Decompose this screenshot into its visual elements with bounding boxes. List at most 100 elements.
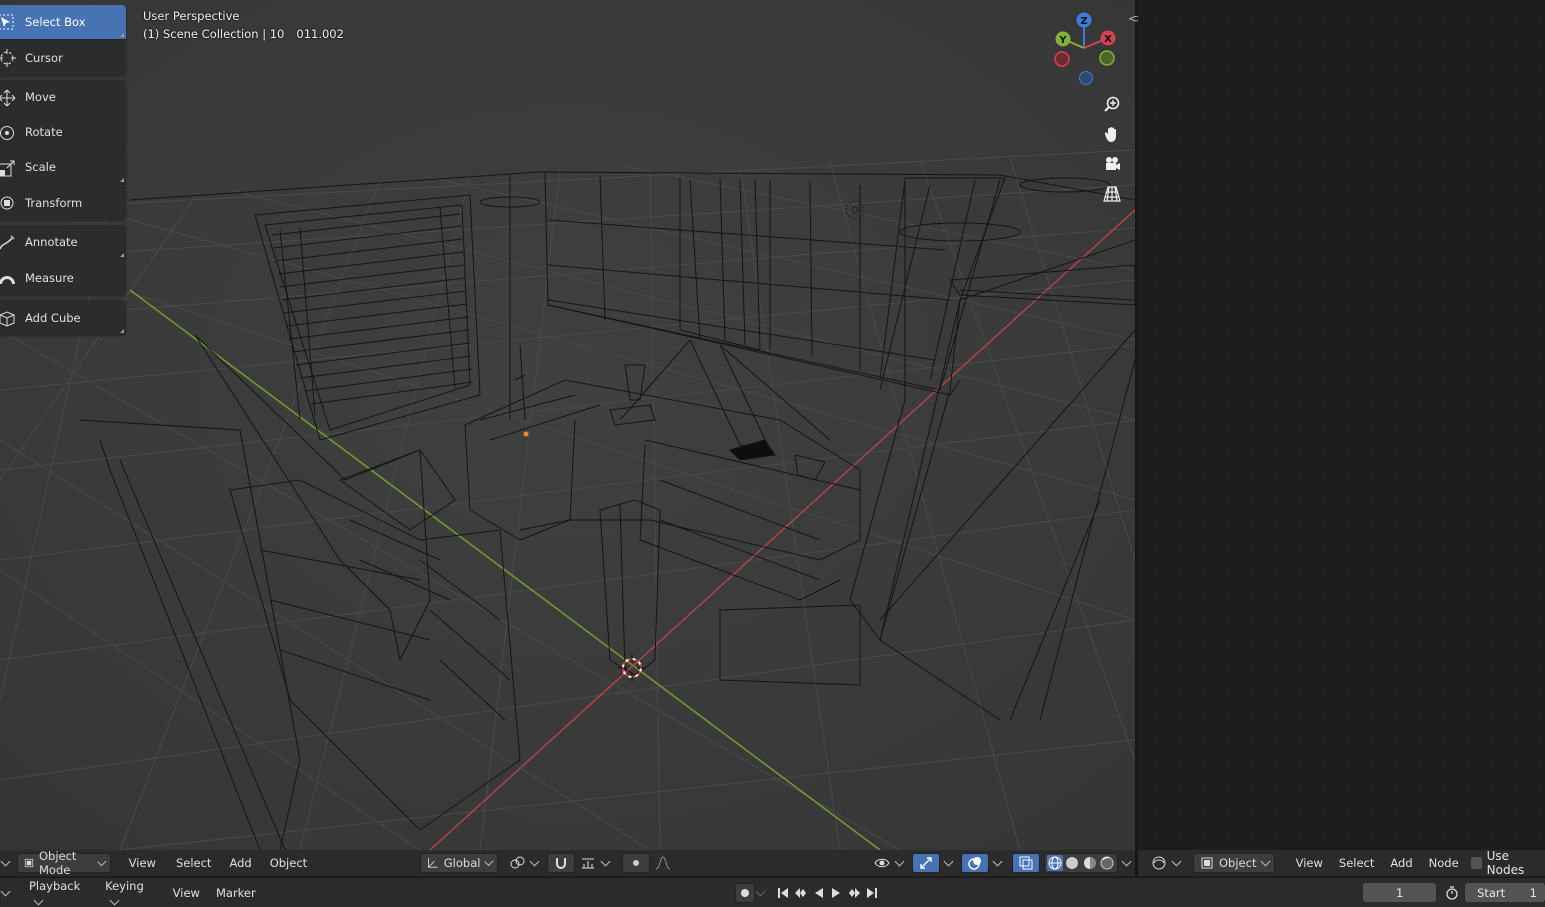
timeline-menu-marker[interactable]: Marker <box>210 886 262 900</box>
snap-toggle[interactable] <box>547 853 576 873</box>
timeline-menu-playback[interactable]: Playback <box>23 879 99 907</box>
keyframe-back-icon <box>794 887 806 898</box>
menu-view[interactable]: View <box>123 856 162 870</box>
tool-group-annotate: Annotate Measure <box>0 225 126 295</box>
menu-object[interactable]: Object <box>264 856 313 870</box>
play-reverse-button[interactable] <box>810 884 828 902</box>
camera-view-button[interactable] <box>1099 151 1125 177</box>
preview-range-button[interactable] <box>1443 884 1461 902</box>
falloff-curve-icon <box>656 856 671 870</box>
orientation-dropdown[interactable]: Global <box>420 853 499 873</box>
proportional-dot-icon <box>633 860 640 866</box>
timeline-header: Playback Keying View Marker 1 Start 1 <box>0 877 1545 907</box>
jump-end-button[interactable] <box>863 884 881 902</box>
shader-type-label: Object <box>1219 856 1257 870</box>
record-icon <box>740 888 749 897</box>
overlays-icon <box>968 857 981 870</box>
rotate-icon <box>0 126 14 140</box>
node-menu-add[interactable]: Add <box>1384 856 1418 870</box>
overlays-dropdown[interactable] <box>989 853 1006 873</box>
perspective-toggle-button[interactable] <box>1099 181 1125 207</box>
add-cube-icon <box>0 311 15 327</box>
node-menu-select[interactable]: Select <box>1333 856 1380 870</box>
wireframe-shading-icon[interactable] <box>1046 855 1063 871</box>
keying-label: Keying <box>105 878 144 893</box>
pan-button[interactable] <box>1099 121 1125 147</box>
viewport-header: Object Mode View Select Add Object Globa… <box>0 849 1135 877</box>
node-editor-type-button[interactable] <box>1146 853 1185 873</box>
start-frame-field[interactable]: Start 1 <box>1465 883 1545 902</box>
shading-dropdown[interactable] <box>1118 853 1135 873</box>
gizmo-x-label: X <box>1104 34 1112 45</box>
keying-set-dropdown[interactable] <box>755 883 766 903</box>
editor-type-button[interactable] <box>0 853 11 873</box>
material-shading-icon[interactable] <box>1082 855 1098 871</box>
node-editor-canvas[interactable] <box>1138 0 1545 850</box>
measure-icon <box>0 276 15 284</box>
proportional-edit-toggle[interactable] <box>622 853 651 873</box>
node-menu-node[interactable]: Node <box>1423 856 1465 870</box>
jump-keyframe-forward-button[interactable] <box>845 884 863 902</box>
gizmo-toggle[interactable] <box>911 853 940 873</box>
snap-grid-icon <box>582 858 595 869</box>
timeline-menu-view[interactable]: View <box>167 886 206 900</box>
falloff-dropdown[interactable] <box>650 853 676 873</box>
grid-perspective-icon <box>1103 186 1121 202</box>
current-frame-field[interactable]: 1 <box>1363 883 1437 902</box>
xray-toggle[interactable] <box>1011 853 1040 873</box>
tool-scale[interactable]: Scale <box>0 150 126 185</box>
snap-target-dropdown[interactable] <box>575 853 614 873</box>
gizmo-arrows-icon <box>920 857 932 869</box>
mode-dropdown[interactable]: Object Mode <box>17 849 111 877</box>
hand-icon <box>1104 127 1116 142</box>
tool-label: Cursor <box>25 50 63 65</box>
solid-shading-icon[interactable] <box>1064 855 1080 871</box>
wireframe-scene <box>0 0 1135 850</box>
jump-start-button[interactable] <box>774 884 792 902</box>
jump-keyframe-back-button[interactable] <box>792 884 810 902</box>
orientation-label: Global <box>443 856 481 870</box>
use-nodes-toggle[interactable]: Use Nodes <box>1470 849 1545 877</box>
tool-rotate[interactable]: Rotate <box>0 115 126 150</box>
tool-cursor[interactable]: Cursor <box>0 40 126 75</box>
play-button[interactable] <box>827 884 845 902</box>
tool-annotate[interactable]: Annotate <box>0 225 126 260</box>
play-icon <box>832 887 841 898</box>
keyframe-forward-icon <box>849 887 861 898</box>
auto-keying-button[interactable] <box>734 882 755 903</box>
tool-shelf: Select Box Cursor Move Rotate Scale Tran… <box>0 5 126 340</box>
menu-select[interactable]: Select <box>170 856 217 870</box>
select-box-icon <box>0 14 14 30</box>
tool-move[interactable]: Move <box>0 80 126 115</box>
timeline-menu-keying[interactable]: Keying <box>99 879 163 907</box>
node-menu-view[interactable]: View <box>1290 856 1329 870</box>
overlays-toggle[interactable] <box>960 853 989 873</box>
tool-select-box[interactable]: Select Box <box>0 5 126 40</box>
tool-label: Measure <box>25 270 74 285</box>
scale-icon <box>0 160 15 177</box>
pivot-dropdown[interactable] <box>504 853 543 873</box>
camera-icon <box>1106 157 1120 170</box>
rendered-shading-icon[interactable] <box>1099 855 1115 871</box>
use-nodes-checkbox[interactable] <box>1470 857 1482 869</box>
tool-label: Scale <box>25 160 56 174</box>
zoom-button[interactable] <box>1099 91 1125 117</box>
tool-group-add: Add Cube <box>0 300 126 335</box>
tool-transform[interactable]: Transform <box>0 185 126 220</box>
jump-end-icon <box>867 887 878 898</box>
tool-add-cube[interactable]: Add Cube <box>0 300 126 335</box>
gizmo-dropdown[interactable] <box>940 853 957 873</box>
visibility-dropdown[interactable] <box>869 853 908 873</box>
3d-viewport[interactable]: User Perspective (1) Scene Collection | … <box>0 0 1135 850</box>
tool-measure[interactable]: Measure <box>0 260 126 295</box>
annotate-icon <box>0 235 15 250</box>
move-icon <box>0 89 16 107</box>
active-object-label: 011.002 <box>296 27 344 41</box>
shader-type-dropdown[interactable]: Object <box>1193 853 1275 873</box>
navigation-gizmo[interactable]: Z X Y <box>1048 10 1124 90</box>
tool-label: Annotate <box>25 235 78 249</box>
timeline-editor-type-button[interactable] <box>0 883 11 903</box>
mode-label: Object Mode <box>38 849 77 877</box>
perspective-label: User Perspective <box>143 9 240 23</box>
menu-add[interactable]: Add <box>223 856 257 870</box>
